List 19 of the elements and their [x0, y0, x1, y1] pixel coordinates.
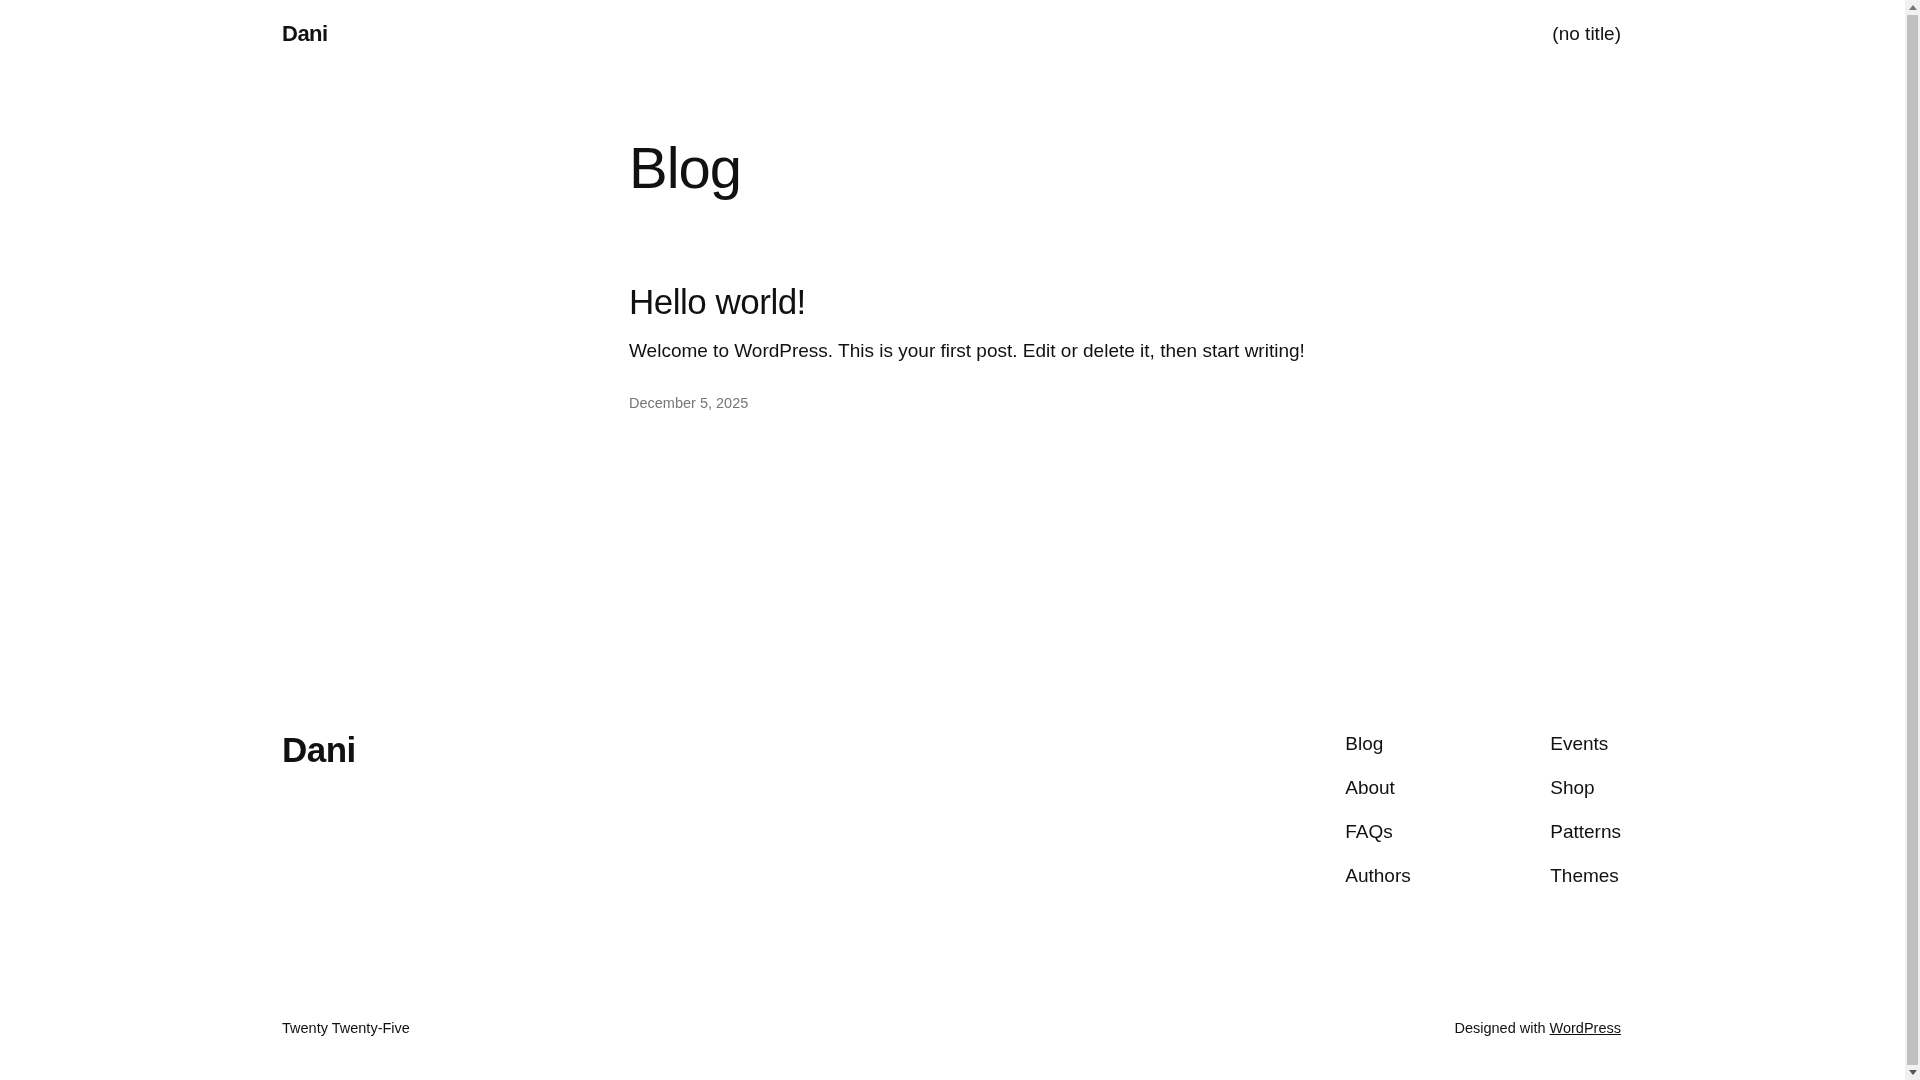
post-excerpt: Welcome to WordPress. This is your first post. Edit or delete it, then start writing! — [629, 339, 1305, 363]
footer-nav-link[interactable]: Events — [1550, 732, 1609, 756]
wordpress-link[interactable]: WordPress — [1549, 1020, 1621, 1036]
post-title-link[interactable]: Hello world! — [629, 282, 806, 321]
footer-nav-link[interactable]: Authors — [1345, 864, 1411, 888]
footer-nav-link[interactable]: FAQs — [1345, 820, 1393, 844]
nav-link[interactable]: (no title) — [1552, 21, 1621, 47]
post-date: December 5, 2025 — [629, 394, 749, 413]
scrollbar-thumb[interactable] — [1907, 15, 1918, 1065]
footer-nav-link[interactable]: Blog — [1345, 732, 1384, 756]
page-title: Blog — [629, 134, 743, 202]
footer-nav-link[interactable]: Themes — [1550, 864, 1619, 888]
theme-credit: Twenty Twenty-Five — [282, 1019, 410, 1038]
designer-credit: Designed with WordPress — [1454, 1019, 1621, 1038]
footer-nav-link[interactable]: Patterns — [1550, 820, 1621, 844]
footer-nav-link[interactable]: Shop — [1550, 776, 1595, 800]
site-title[interactable]: Dani — [282, 21, 328, 47]
footer-nav-link[interactable]: About — [1345, 776, 1395, 800]
site-title[interactable]: Dani — [282, 728, 356, 772]
